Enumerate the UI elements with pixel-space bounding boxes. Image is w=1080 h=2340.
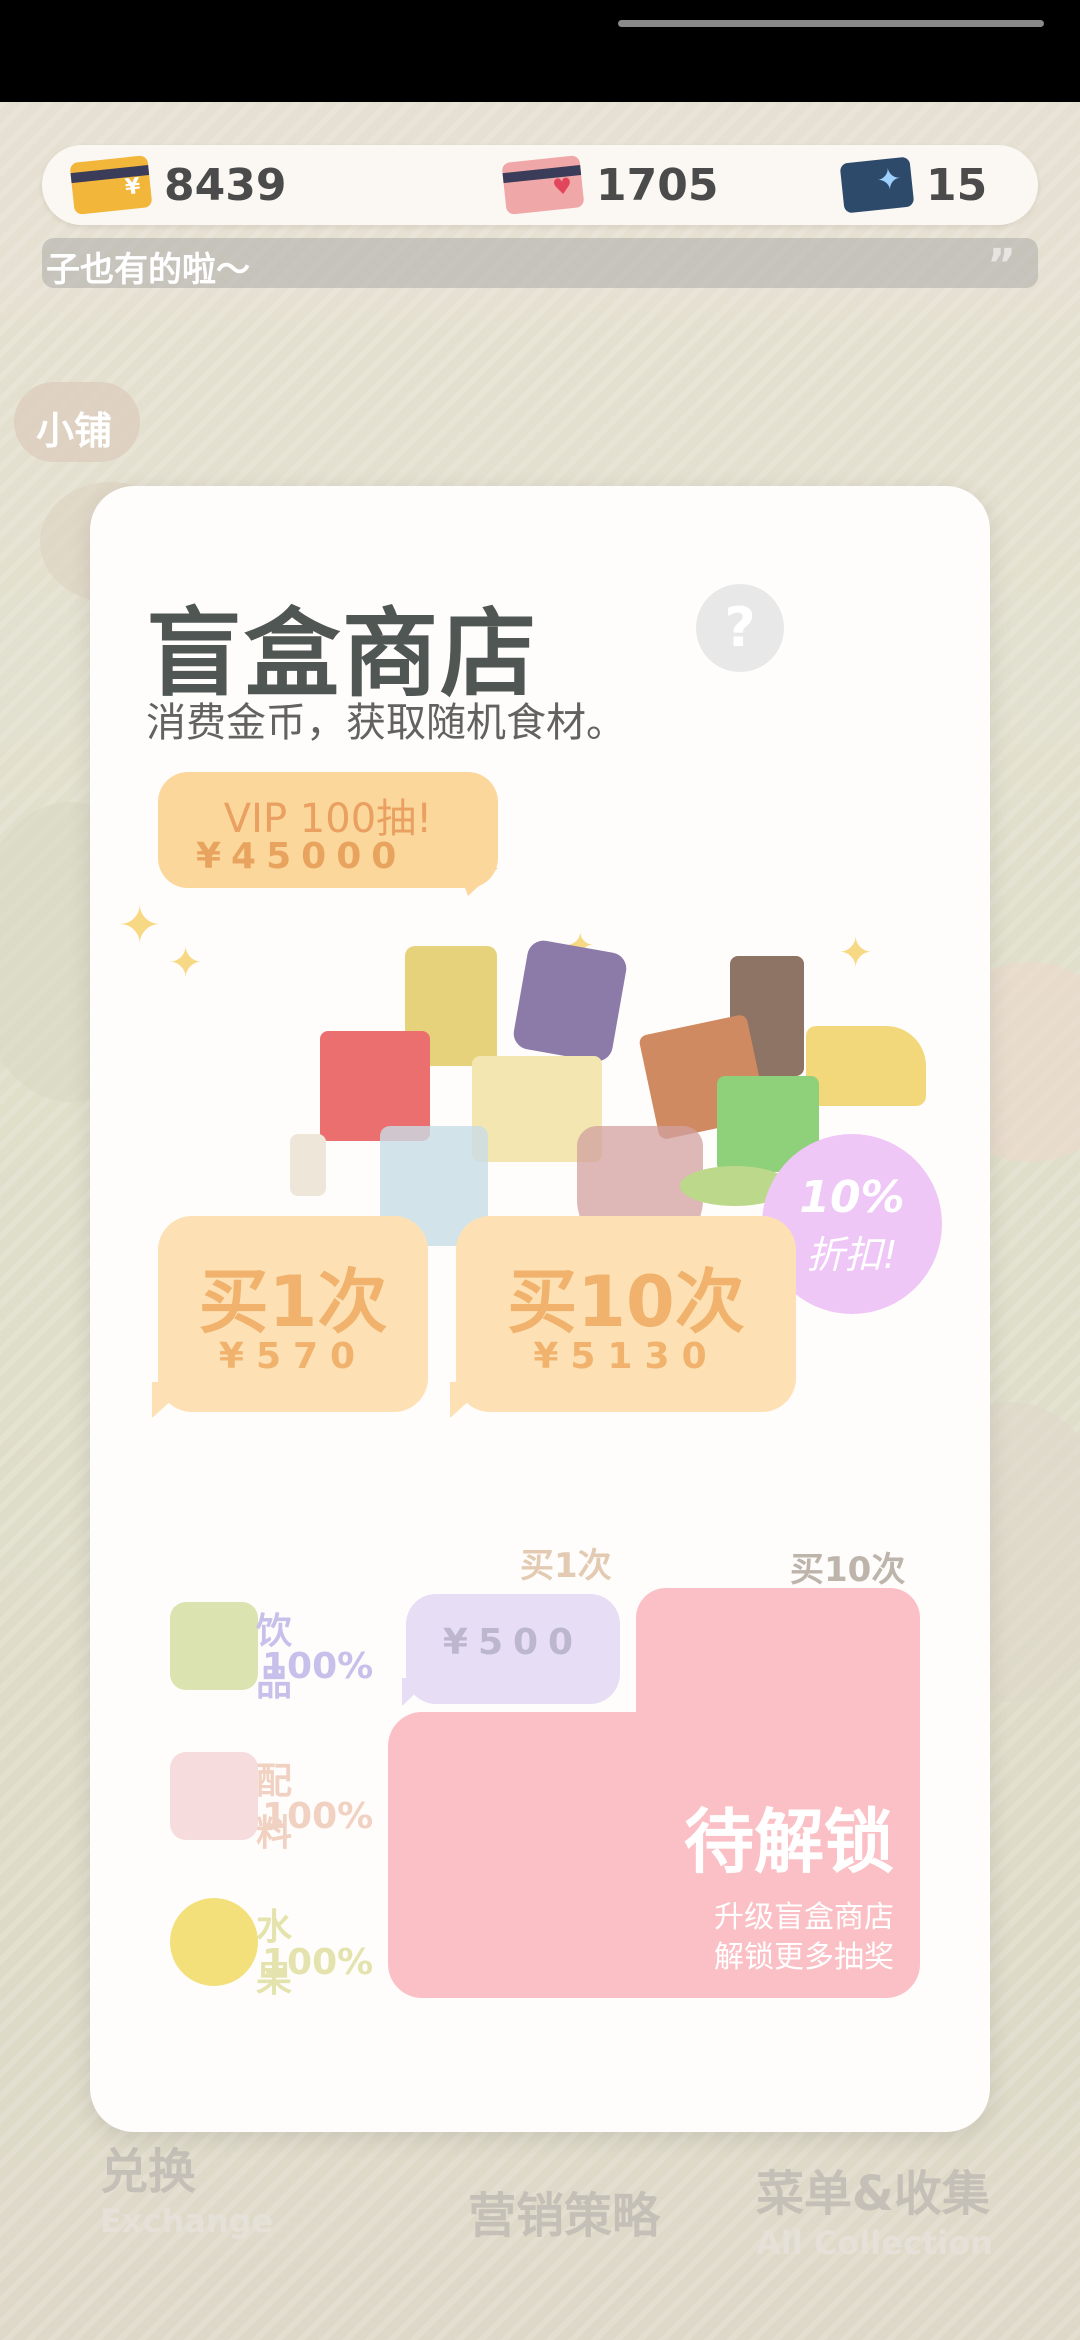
buy-once-label: 买1次 <box>198 1261 388 1343</box>
category-percent: 100% <box>262 1796 374 1837</box>
buy-once-button[interactable]: 买1次 ¥570 <box>152 1216 428 1418</box>
locked-title: 待解锁 <box>684 1801 894 1883</box>
sparkle-icon: ✦ <box>118 896 162 956</box>
drink-bag-icon <box>170 1602 258 1690</box>
gold-value: 8439 <box>164 159 287 211</box>
help-button[interactable]: ? <box>696 584 784 672</box>
nav-marketing: 营销策略 <box>468 2176 660 2296</box>
small-draw-price: ¥500 <box>442 1622 584 1663</box>
shop-tag: 小铺 <box>14 382 140 462</box>
cheese-illustration <box>806 1026 926 1106</box>
nav-collection-en: All Collection <box>756 2224 993 2262</box>
blind-box-shop-modal: 盲盒商店 ? 消费金币，获取随机食材。 VIP 100抽! ¥45000 ✦ ✦… <box>90 486 990 2132</box>
buy-once-price: ¥570 <box>218 1336 368 1377</box>
locked-hint-2: 解锁更多抽奖 <box>714 1940 894 1975</box>
nav-collection: 菜单&收集 All Collection <box>756 2154 993 2274</box>
nav-exchange-label: 兑换 <box>100 2144 197 2200</box>
status-bar <box>0 0 1080 102</box>
ticker-text: 子也有的啦～ <box>46 250 250 290</box>
ticket-currency: ✦ 15 <box>839 156 988 214</box>
locked-hint-1: 升级盲盒商店 <box>714 1900 894 1935</box>
tickets-value: 15 <box>926 159 988 211</box>
hearts-value: 1705 <box>596 159 719 211</box>
gift-box-illustration <box>320 1031 430 1141</box>
home-indicator <box>618 20 1044 27</box>
currency-bar: ¥ 8439 ♥ 1705 ✦ 15 <box>42 145 1038 225</box>
nav-collection-label: 菜单&收集 <box>756 2166 990 2222</box>
modal-subtitle: 消费金币，获取随机食材。 <box>146 700 626 746</box>
food-box-illustration <box>511 938 629 1064</box>
heart-currency: ♥ 1705 <box>501 155 719 215</box>
sparkle-icon: ✦ <box>838 928 874 977</box>
news-ticker: 子也有的啦～ ” <box>42 238 1038 291</box>
lemon-icon <box>170 1898 258 1986</box>
nav-exchange-en: Exchange <box>100 2202 274 2240</box>
shop-tag-label: 小铺 <box>36 409 113 453</box>
nav-marketing-label: 营销策略 <box>468 2188 661 2244</box>
nav-exchange: 兑换 Exchange <box>100 2132 273 2252</box>
locked-panel: 待解锁 升级盲盒商店 解锁更多抽奖 <box>388 1712 920 1998</box>
quote-icon: ” <box>987 240 1016 291</box>
salt-shaker-illustration <box>290 1134 326 1196</box>
topping-cup-icon <box>170 1752 258 1840</box>
buy-ten-button[interactable]: 买10次 ¥5130 <box>450 1216 796 1418</box>
vip-100-draw-button[interactable]: VIP 100抽! ¥45000 <box>158 772 498 896</box>
gold-card-icon: ¥ <box>69 155 153 215</box>
gold-currency: ¥ 8439 <box>69 155 287 215</box>
ticket-icon: ✦ <box>839 156 915 214</box>
category-percent: 100% <box>262 1942 374 1983</box>
heart-card-icon: ♥ <box>501 155 585 215</box>
buy-ten-price: ¥5130 <box>533 1336 719 1377</box>
vip-price: ¥45000 <box>196 836 407 877</box>
column-once-header: 买1次 <box>520 1546 612 1586</box>
column-ten-header: 买10次 <box>790 1550 906 1590</box>
category-percent: 100% <box>262 1646 374 1687</box>
buy-ten-label: 买10次 <box>507 1261 745 1343</box>
sparkle-icon: ✦ <box>168 938 204 987</box>
discount-percent: 10% <box>799 1172 905 1223</box>
small-draw-button[interactable]: ¥500 <box>402 1594 620 1706</box>
